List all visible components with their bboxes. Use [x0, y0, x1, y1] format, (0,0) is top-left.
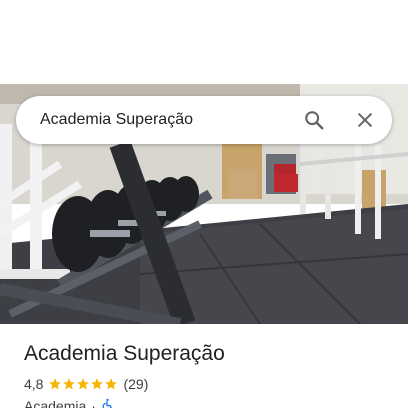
rating-value: 4,8	[24, 376, 44, 392]
close-icon[interactable]	[351, 106, 379, 134]
review-count[interactable]: (29)	[123, 376, 148, 392]
wheelchair-icon	[101, 398, 114, 408]
star-icon	[49, 378, 62, 390]
star-icon	[105, 378, 118, 390]
place-card: Academia Superação Academia Superação 4,…	[0, 0, 408, 408]
place-category: Academia	[24, 398, 87, 408]
place-title: Academia Superação	[24, 342, 225, 365]
rating-row[interactable]: 4,8 (29)	[24, 375, 148, 393]
category-row: Academia ·	[24, 397, 114, 408]
star-icon	[63, 378, 76, 390]
separator: ·	[91, 398, 96, 408]
star-icon	[77, 378, 90, 390]
star-icon	[91, 378, 104, 390]
search-bar[interactable]: Academia Superação	[16, 96, 392, 144]
search-input[interactable]: Academia Superação	[40, 96, 193, 144]
search-icon[interactable]	[300, 106, 328, 134]
star-rating	[48, 377, 118, 391]
